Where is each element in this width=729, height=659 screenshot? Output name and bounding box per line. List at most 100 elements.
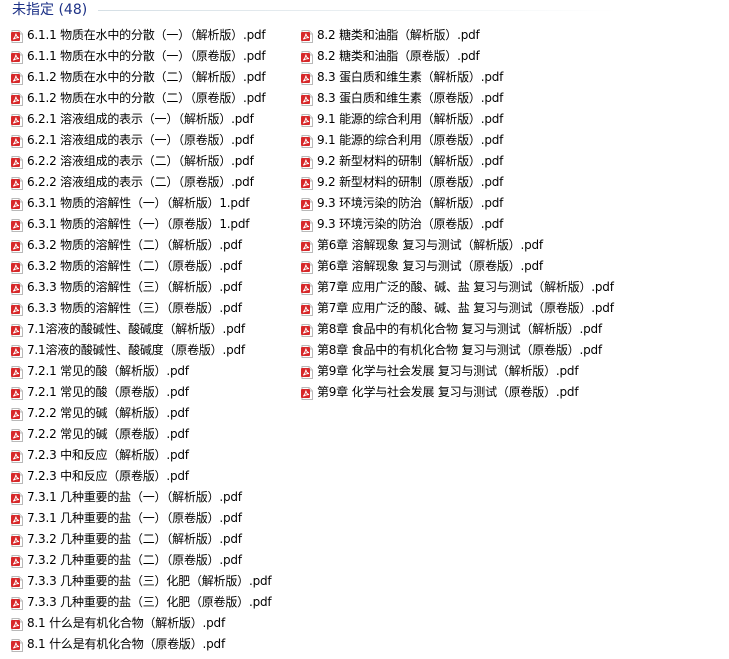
file-name: 第6章 溶解现象 复习与测试（解析版）.pdf xyxy=(317,237,543,252)
file-name: 9.1 能源的综合利用（解析版）.pdf xyxy=(317,111,504,126)
file-item[interactable]: 6.2.1 溶液组成的表示（一）（解析版）.pdf xyxy=(11,108,271,129)
file-item[interactable]: 6.3.3 物质的溶解性（三）（原卷版）.pdf xyxy=(11,297,271,318)
group-header[interactable]: 未指定 (48) xyxy=(0,0,729,22)
pdf-file-icon xyxy=(11,70,23,85)
file-item[interactable]: 9.1 能源的综合利用（原卷版）.pdf xyxy=(301,129,614,150)
file-item[interactable]: 8.3 蛋白质和维生素（解析版）.pdf xyxy=(301,66,614,87)
file-item[interactable]: 6.3.2 物质的溶解性（二）（原卷版）.pdf xyxy=(11,255,271,276)
file-item[interactable]: 9.3 环境污染的防治（原卷版）.pdf xyxy=(301,213,614,234)
file-item[interactable]: 6.3.3 物质的溶解性（三）（解析版）.pdf xyxy=(11,276,271,297)
file-item[interactable]: 第6章 溶解现象 复习与测试（解析版）.pdf xyxy=(301,234,614,255)
file-item[interactable]: 7.3.2 几种重要的盐（二）（原卷版）.pdf xyxy=(11,549,271,570)
pdf-file-icon xyxy=(11,175,23,190)
file-item[interactable]: 7.2.2 常见的碱（原卷版）.pdf xyxy=(11,423,271,444)
file-item[interactable]: 8.1 什么是有机化合物（解析版）.pdf xyxy=(11,612,271,633)
file-name: 7.3.1 几种重要的盐（一）（原卷版）.pdf xyxy=(27,510,242,525)
pdf-file-icon xyxy=(11,427,23,442)
pdf-file-icon xyxy=(11,154,23,169)
pdf-file-icon xyxy=(11,469,23,484)
file-item[interactable]: 7.2.3 中和反应（解析版）.pdf xyxy=(11,444,271,465)
pdf-file-icon xyxy=(301,154,313,169)
file-item[interactable]: 7.1溶液的酸碱性、酸碱度（解析版）.pdf xyxy=(11,318,271,339)
file-name: 8.3 蛋白质和维生素（原卷版）.pdf xyxy=(317,90,504,105)
file-name: 9.3 环境污染的防治（解析版）.pdf xyxy=(317,195,504,210)
pdf-file-icon xyxy=(11,637,23,652)
file-item[interactable]: 7.3.2 几种重要的盐（二）（解析版）.pdf xyxy=(11,528,271,549)
file-name: 7.2.1 常见的酸（解析版）.pdf xyxy=(27,363,189,378)
file-item[interactable]: 8.3 蛋白质和维生素（原卷版）.pdf xyxy=(301,87,614,108)
file-list-left-column: 6.1.1 物质在水中的分散（一）（解析版）.pdf 6.1.1 物质在水中的分散… xyxy=(11,24,272,654)
file-item[interactable]: 第8章 食品中的有机化合物 复习与测试（解析版）.pdf xyxy=(301,318,614,339)
file-item[interactable]: 6.3.1 物质的溶解性（一）（原卷版）1.pdf xyxy=(11,213,271,234)
file-name: 8.1 什么是有机化合物（原卷版）.pdf xyxy=(27,636,225,651)
file-item[interactable]: 6.2.2 溶液组成的表示（二）（解析版）.pdf xyxy=(11,150,271,171)
file-item[interactable]: 9.3 环境污染的防治（解析版）.pdf xyxy=(301,192,614,213)
pdf-file-icon xyxy=(11,616,23,631)
file-item[interactable]: 7.2.3 中和反应（原卷版）.pdf xyxy=(11,465,271,486)
file-list-right-column: 8.2 糖类和油脂（解析版）.pdf 8.2 糖类和油脂（原卷版）.pdf 8.3 … xyxy=(301,24,614,402)
file-item[interactable]: 6.3.2 物质的溶解性（二）（解析版）.pdf xyxy=(11,234,271,255)
file-name: 9.3 环境污染的防治（原卷版）.pdf xyxy=(317,216,504,231)
file-name: 第8章 食品中的有机化合物 复习与测试（原卷版）.pdf xyxy=(317,342,602,357)
pdf-file-icon xyxy=(301,385,313,400)
file-item[interactable]: 9.2 新型材料的研制（原卷版）.pdf xyxy=(301,171,614,192)
file-item[interactable]: 7.2.2 常见的碱（解析版）.pdf xyxy=(11,402,271,423)
file-name: 6.3.1 物质的溶解性（一）（原卷版）1.pdf xyxy=(27,216,250,231)
file-item[interactable]: 6.2.2 溶液组成的表示（二）（原卷版）.pdf xyxy=(11,171,271,192)
file-item[interactable]: 7.2.1 常见的酸（解析版）.pdf xyxy=(11,360,271,381)
file-item[interactable]: 第7章 应用广泛的酸、碱、盐 复习与测试（解析版）.pdf xyxy=(301,276,614,297)
file-name: 9.2 新型材料的研制（原卷版）.pdf xyxy=(317,174,504,189)
file-item[interactable]: 6.1.2 物质在水中的分散（二）（原卷版）.pdf xyxy=(11,87,271,108)
file-item[interactable]: 8.2 糖类和油脂（解析版）.pdf xyxy=(301,24,614,45)
file-name: 第7章 应用广泛的酸、碱、盐 复习与测试（原卷版）.pdf xyxy=(317,300,614,315)
pdf-file-icon xyxy=(301,112,313,127)
file-name: 8.3 蛋白质和维生素（解析版）.pdf xyxy=(317,69,504,84)
file-item[interactable]: 7.3.3 几种重要的盐（三）化肥（解析版）.pdf xyxy=(11,570,272,591)
file-name: 6.3.2 物质的溶解性（二）（解析版）.pdf xyxy=(27,237,242,252)
file-name: 7.2.2 常见的碱（原卷版）.pdf xyxy=(27,426,189,441)
file-name: 8.1 什么是有机化合物（解析版）.pdf xyxy=(27,615,225,630)
file-item[interactable]: 6.1.1 物质在水中的分散（一）（原卷版）.pdf xyxy=(11,45,271,66)
file-item[interactable]: 7.3.3 几种重要的盐（三）化肥（原卷版）.pdf xyxy=(11,591,272,612)
file-item[interactable]: 6.1.2 物质在水中的分散（二）（解析版）.pdf xyxy=(11,66,271,87)
pdf-file-icon xyxy=(301,259,313,274)
file-item[interactable]: 7.3.1 几种重要的盐（一）（原卷版）.pdf xyxy=(11,507,271,528)
file-item[interactable]: 第9章 化学与社会发展 复习与测试（原卷版）.pdf xyxy=(301,381,614,402)
file-item[interactable]: 7.1溶液的酸碱性、酸碱度（原卷版）.pdf xyxy=(11,339,271,360)
pdf-file-icon xyxy=(11,28,23,43)
file-name: 7.3.2 几种重要的盐（二）（原卷版）.pdf xyxy=(27,552,242,567)
group-title[interactable]: 未指定 (48) xyxy=(12,2,87,18)
file-item[interactable]: 6.1.1 物质在水中的分散（一）（解析版）.pdf xyxy=(11,24,271,45)
pdf-file-icon xyxy=(11,280,23,295)
pdf-file-icon xyxy=(301,301,313,316)
file-item[interactable]: 9.2 新型材料的研制（解析版）.pdf xyxy=(301,150,614,171)
pdf-file-icon xyxy=(11,112,23,127)
file-item[interactable]: 7.3.1 几种重要的盐（一）（解析版）.pdf xyxy=(11,486,271,507)
file-item[interactable]: 8.2 糖类和油脂（原卷版）.pdf xyxy=(301,45,614,66)
file-name: 6.2.1 溶液组成的表示（一）（原卷版）.pdf xyxy=(27,132,254,147)
file-item[interactable]: 8.1 什么是有机化合物（原卷版）.pdf xyxy=(11,633,271,654)
file-item[interactable]: 第7章 应用广泛的酸、碱、盐 复习与测试（原卷版）.pdf xyxy=(301,297,614,318)
file-name: 6.1.2 物质在水中的分散（二）（原卷版）.pdf xyxy=(27,90,266,105)
file-name: 7.2.3 中和反应（解析版）.pdf xyxy=(27,447,189,462)
file-item[interactable]: 第9章 化学与社会发展 复习与测试（解析版）.pdf xyxy=(301,360,614,381)
file-name: 第7章 应用广泛的酸、碱、盐 复习与测试（解析版）.pdf xyxy=(317,279,614,294)
file-item[interactable]: 9.1 能源的综合利用（解析版）.pdf xyxy=(301,108,614,129)
pdf-file-icon xyxy=(301,196,313,211)
file-name: 7.3.2 几种重要的盐（二）（解析版）.pdf xyxy=(27,531,242,546)
file-name: 9.1 能源的综合利用（原卷版）.pdf xyxy=(317,132,504,147)
file-item[interactable]: 6.3.1 物质的溶解性（一）（解析版）1.pdf xyxy=(11,192,271,213)
file-name: 7.1溶液的酸碱性、酸碱度（解析版）.pdf xyxy=(27,321,245,336)
pdf-file-icon xyxy=(301,28,313,43)
file-name: 7.1溶液的酸碱性、酸碱度（原卷版）.pdf xyxy=(27,342,245,357)
file-item[interactable]: 第8章 食品中的有机化合物 复习与测试（原卷版）.pdf xyxy=(301,339,614,360)
pdf-file-icon xyxy=(11,133,23,148)
pdf-file-icon xyxy=(301,343,313,358)
pdf-file-icon xyxy=(11,259,23,274)
pdf-file-icon xyxy=(11,490,23,505)
file-name: 6.3.1 物质的溶解性（一）（解析版）1.pdf xyxy=(27,195,250,210)
file-item[interactable]: 第6章 溶解现象 复习与测试（原卷版）.pdf xyxy=(301,255,614,276)
pdf-file-icon xyxy=(11,91,23,106)
file-item[interactable]: 7.2.1 常见的酸（原卷版）.pdf xyxy=(11,381,271,402)
file-item[interactable]: 6.2.1 溶液组成的表示（一）（原卷版）.pdf xyxy=(11,129,271,150)
